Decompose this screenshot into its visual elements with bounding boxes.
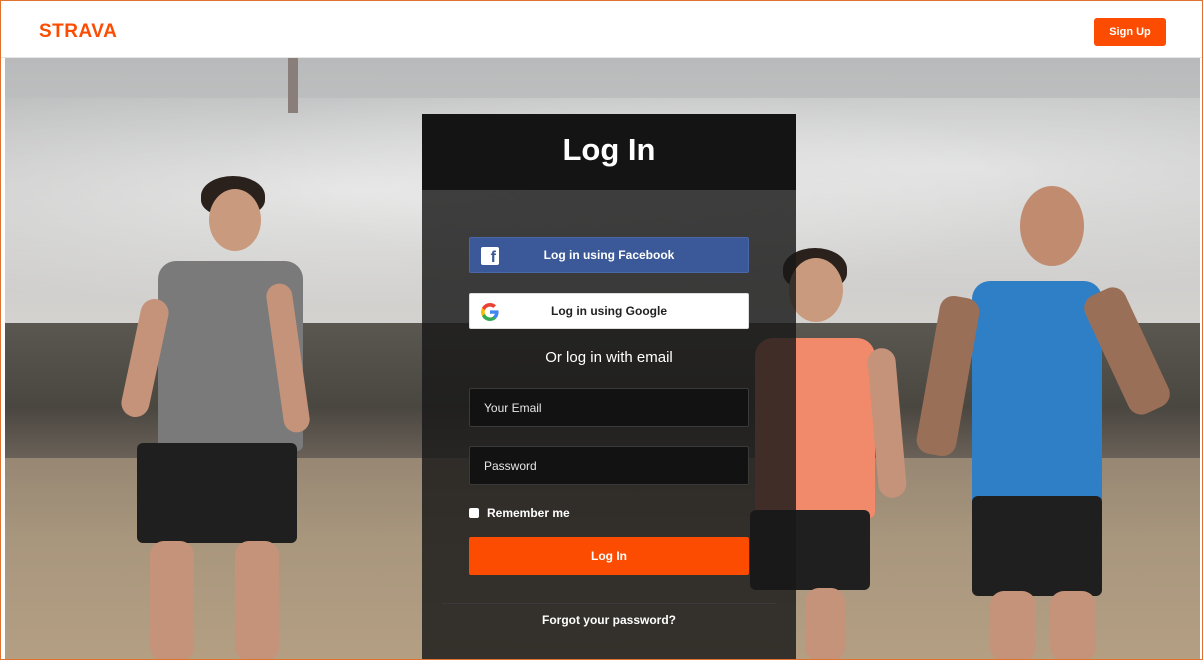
google-login-button[interactable]: Log in using Google [469,293,749,329]
login-card: Log In f Log in using Facebook Log in us… [422,114,796,659]
distant-pole [288,58,298,113]
facebook-login-button[interactable]: f Log in using Facebook [469,237,749,273]
google-login-label: Log in using Google [551,304,667,318]
log-in-submit-button[interactable]: Log In [469,537,749,575]
runner-right [914,186,1180,659]
card-divider [442,603,776,604]
remember-me-checkbox[interactable] [469,508,479,518]
password-field[interactable] [469,446,749,485]
email-login-divider-text: Or log in with email [545,349,673,366]
page-frame: STRAVA Sign Up Log In f Log in using Fac… [0,0,1203,660]
sign-up-button[interactable]: Sign Up [1094,18,1166,46]
facebook-login-label: Log in using Facebook [543,248,675,262]
forgot-password-link[interactable]: Forgot your password? [422,613,796,627]
facebook-icon: f [481,247,499,265]
login-title: Log In [562,132,656,167]
email-field[interactable] [469,388,749,427]
top-navbar: STRAVA Sign Up [1,1,1202,58]
google-icon [480,302,500,322]
runner-left [118,173,315,659]
login-card-header: Log In [422,114,796,190]
remember-me-toggle[interactable]: Remember me [469,506,570,520]
strava-logo[interactable]: STRAVA [39,21,117,43]
remember-me-label: Remember me [487,506,570,520]
